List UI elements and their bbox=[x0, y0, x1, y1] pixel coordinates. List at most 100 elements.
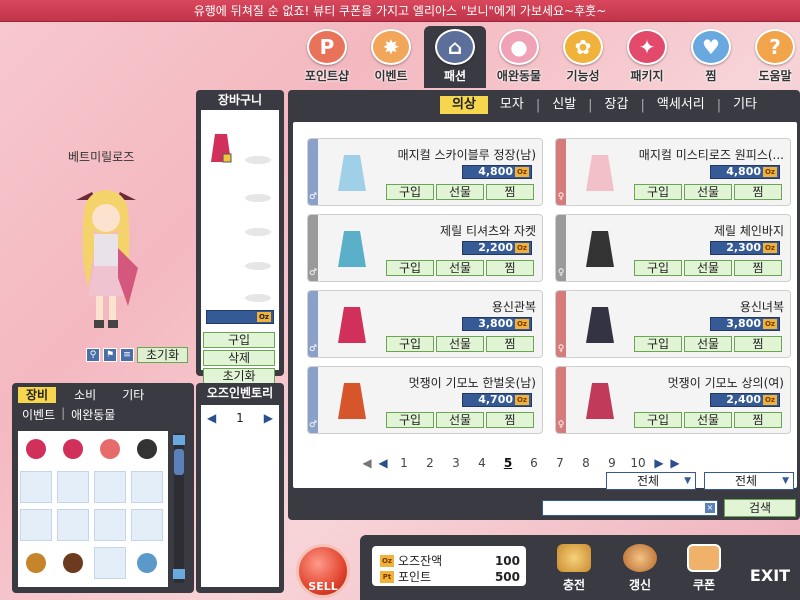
product-card[interactable]: ♀ 매지컬 미스티로즈 원피스(... 4,800 Oz 구입 선물 찜 bbox=[555, 138, 791, 206]
wish-button[interactable]: 찜 bbox=[486, 336, 534, 352]
coupon-button[interactable]: 쿠폰 bbox=[678, 544, 730, 594]
cart-buy-button[interactable]: 구입 bbox=[203, 332, 275, 348]
character-reset-button[interactable]: 초기화 bbox=[137, 347, 189, 363]
exit-button[interactable]: EXIT bbox=[744, 544, 796, 594]
category-tab-2[interactable]: ⌂ 패션 bbox=[424, 26, 486, 88]
product-card[interactable]: ♂ 용신관복 3,800 Oz 구입 선물 찜 bbox=[307, 290, 543, 358]
inventory-slot[interactable] bbox=[131, 547, 163, 579]
category-tab-6[interactable]: ♥ 찜 bbox=[680, 26, 742, 88]
gift-button[interactable]: 선물 bbox=[684, 260, 732, 276]
sell-button[interactable]: SELL bbox=[296, 544, 350, 598]
inventory-slot[interactable] bbox=[20, 471, 52, 503]
buy-button[interactable]: 구입 bbox=[634, 260, 682, 276]
wish-button[interactable]: 찜 bbox=[486, 184, 534, 200]
charge-button[interactable]: 충전 bbox=[548, 544, 600, 594]
wish-button[interactable]: 찜 bbox=[734, 184, 782, 200]
search-button[interactable]: 검색 bbox=[724, 499, 796, 517]
walk-icon[interactable]: ⚲ bbox=[86, 348, 100, 362]
prev-page-icon[interactable]: ◀ bbox=[375, 456, 391, 470]
page-link[interactable]: 2 bbox=[417, 456, 443, 470]
inventory-subtab-pet[interactable]: 애완동물 bbox=[71, 406, 115, 423]
buy-button[interactable]: 구입 bbox=[386, 336, 434, 352]
product-card[interactable]: ♀ 멋쟁이 기모노 상의(여) 2,400 Oz 구입 선물 찜 bbox=[555, 366, 791, 434]
gift-button[interactable]: 선물 bbox=[684, 412, 732, 428]
inventory-slot[interactable] bbox=[131, 433, 163, 465]
inventory-slot[interactable] bbox=[57, 433, 89, 465]
inventory-slot[interactable] bbox=[94, 547, 126, 579]
category-tab-0[interactable]: P 포인트샵 bbox=[296, 26, 358, 88]
filter-select-2[interactable]: 전체 ▼ bbox=[704, 472, 794, 490]
category-tab-5[interactable]: ✦ 패키지 bbox=[616, 26, 678, 88]
category-tab-3[interactable]: ● 애완동물 bbox=[488, 26, 550, 88]
subtab-hat[interactable]: 모자 bbox=[488, 96, 536, 114]
inventory-slot[interactable] bbox=[57, 547, 89, 579]
inventory-subtab-event[interactable]: 이벤트 bbox=[22, 406, 55, 423]
next-page-icon[interactable]: ▶ bbox=[651, 456, 667, 470]
inventory-scrollbar[interactable] bbox=[171, 433, 187, 583]
gift-button[interactable]: 선물 bbox=[436, 184, 484, 200]
inventory-tab-equip[interactable]: 장비 bbox=[18, 387, 57, 403]
page-link[interactable]: 5 bbox=[495, 456, 521, 470]
subtab-gloves[interactable]: 장갑 bbox=[593, 96, 641, 114]
page-link[interactable]: 10 bbox=[625, 456, 651, 470]
gift-button[interactable]: 선물 bbox=[436, 412, 484, 428]
buy-button[interactable]: 구입 bbox=[634, 412, 682, 428]
subtab-accessory[interactable]: 액세서리 bbox=[645, 96, 717, 114]
subtab-shoes[interactable]: 신발 bbox=[540, 96, 588, 114]
gift-button[interactable]: 선물 bbox=[684, 184, 732, 200]
inventory-tab-etc[interactable]: 기타 bbox=[114, 387, 152, 403]
buy-button[interactable]: 구입 bbox=[386, 184, 434, 200]
page-link[interactable]: 9 bbox=[599, 456, 625, 470]
page-link[interactable]: 6 bbox=[521, 456, 547, 470]
search-input[interactable]: × bbox=[542, 500, 718, 516]
last-page-icon[interactable]: ▶ bbox=[667, 456, 683, 470]
first-page-icon[interactable]: ◀ bbox=[359, 456, 375, 470]
gift-button[interactable]: 선물 bbox=[684, 336, 732, 352]
wish-button[interactable]: 찜 bbox=[486, 260, 534, 276]
inventory-tab-use[interactable]: 소비 bbox=[66, 387, 104, 403]
inventory-slot[interactable] bbox=[94, 471, 126, 503]
category-tab-1[interactable]: ✸ 이벤트 bbox=[360, 26, 422, 88]
inventory-slot[interactable] bbox=[131, 509, 163, 541]
product-card[interactable]: ♂ 매지컬 스카이블루 정장(남) 4,800 Oz 구입 선물 찜 bbox=[307, 138, 543, 206]
cart-item-icon[interactable] bbox=[209, 132, 233, 164]
product-card[interactable]: ♀ 제릴 체인바지 2,300 Oz 구입 선물 찜 bbox=[555, 214, 791, 282]
buy-button[interactable]: 구입 bbox=[634, 184, 682, 200]
stand-icon[interactable]: ⚑ bbox=[103, 348, 117, 362]
page-link[interactable]: 8 bbox=[573, 456, 599, 470]
product-card[interactable]: ♂ 멋쟁이 기모노 한벌옷(남) 4,700 Oz 구입 선물 찜 bbox=[307, 366, 543, 434]
inventory-slot[interactable] bbox=[57, 509, 89, 541]
subtab-clothes[interactable]: 의상 bbox=[440, 96, 488, 114]
inventory-slot[interactable] bbox=[94, 509, 126, 541]
inventory-slot[interactable] bbox=[57, 471, 89, 503]
buy-button[interactable]: 구입 bbox=[386, 260, 434, 276]
wish-button[interactable]: 찜 bbox=[486, 412, 534, 428]
gift-button[interactable]: 선물 bbox=[436, 260, 484, 276]
gift-button[interactable]: 선물 bbox=[436, 336, 484, 352]
next-page-icon[interactable]: ▶ bbox=[264, 411, 273, 425]
prev-page-icon[interactable]: ◀ bbox=[207, 411, 216, 425]
subtab-etc[interactable]: 기타 bbox=[721, 96, 769, 114]
clear-icon[interactable]: × bbox=[705, 503, 715, 513]
page-link[interactable]: 7 bbox=[547, 456, 573, 470]
product-card[interactable]: ♂ 제릴 티셔츠와 자켓 2,200 Oz 구입 선물 찜 bbox=[307, 214, 543, 282]
cart-reset-button[interactable]: 초기화 bbox=[203, 368, 275, 384]
category-tab-7[interactable]: ? 도움말 bbox=[744, 26, 800, 88]
inventory-slot[interactable] bbox=[20, 547, 52, 579]
cart-delete-button[interactable]: 삭제 bbox=[203, 350, 275, 366]
inventory-slot[interactable] bbox=[94, 433, 126, 465]
filter-select-1[interactable]: 전체 ▼ bbox=[606, 472, 696, 490]
page-link[interactable]: 4 bbox=[469, 456, 495, 470]
wish-button[interactable]: 찜 bbox=[734, 412, 782, 428]
buy-button[interactable]: 구입 bbox=[386, 412, 434, 428]
wish-button[interactable]: 찜 bbox=[734, 336, 782, 352]
category-tab-4[interactable]: ✿ 기능성 bbox=[552, 26, 614, 88]
product-card[interactable]: ♀ 용신녀복 3,800 Oz 구입 선물 찜 bbox=[555, 290, 791, 358]
buy-button[interactable]: 구입 bbox=[634, 336, 682, 352]
inventory-slot[interactable] bbox=[20, 509, 52, 541]
list-icon[interactable]: ≡ bbox=[120, 348, 134, 362]
page-link[interactable]: 1 bbox=[391, 456, 417, 470]
wish-button[interactable]: 찜 bbox=[734, 260, 782, 276]
inventory-slot[interactable] bbox=[131, 471, 163, 503]
refresh-button[interactable]: 갱신 bbox=[614, 544, 666, 594]
